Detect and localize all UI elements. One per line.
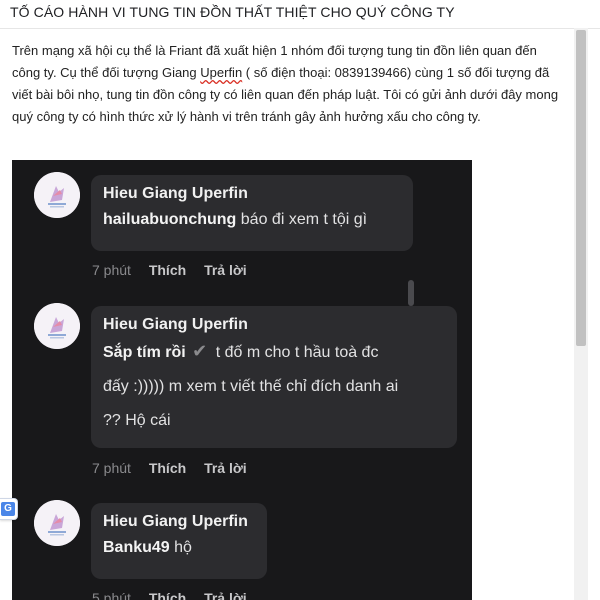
- spellcheck-flagged-word[interactable]: Uperfin: [200, 65, 242, 80]
- translate-extension-icon[interactable]: G: [0, 498, 18, 520]
- comment-text: Banku49 hộ: [103, 531, 255, 565]
- header-divider: [0, 28, 600, 29]
- avatar-illustration-icon: [34, 303, 80, 349]
- reply-button[interactable]: Trả lời: [204, 262, 247, 278]
- avatar-icon: [34, 500, 80, 546]
- avatar-icon: [34, 303, 80, 349]
- comment-text: Sắp tím rồi ✔ t đố m cho t hầu toà đc đấ…: [103, 334, 445, 438]
- comment-time: 7 phút: [92, 262, 131, 278]
- email-subject: TỐ CÁO HÀNH VI TUNG TIN ĐỒN THẤT THIỆT C…: [10, 4, 455, 20]
- page-scrollbar-thumb[interactable]: [576, 30, 586, 346]
- comment-text: hailuabuonchung báo đi xem t tội gì: [103, 203, 401, 237]
- comment-line-1: t đố m cho t hầu toà đc: [215, 344, 379, 361]
- screenshot-scroll-indicator: [408, 280, 414, 306]
- comment-meta: 7 phút Thích Trả lời: [92, 262, 261, 278]
- body-line-2-start: công ty. Cụ thể đối tượng Giang: [12, 65, 201, 80]
- reply-button[interactable]: Trả lời: [204, 590, 247, 600]
- mention-link[interactable]: Banku49: [103, 539, 170, 556]
- mention-link[interactable]: hailuabuonchung: [103, 211, 236, 228]
- comment-time: 7 phút: [92, 460, 131, 476]
- like-button[interactable]: Thích: [149, 460, 186, 476]
- comment-meta: 7 phút Thích Trả lời: [92, 460, 261, 476]
- comment-meta: 5 phút Thích Trả lời: [92, 590, 261, 600]
- comment-author[interactable]: Hieu Giang Uperfin: [103, 513, 255, 531]
- comment-time: 5 phút: [92, 590, 131, 600]
- body-line-3: viết bài bôi nhọ, tung tin đồn công ty c…: [12, 87, 559, 102]
- comment-line-3: ?? Hộ cái: [103, 412, 171, 429]
- check-mark-icon: ✔: [192, 341, 208, 361]
- comment-line-2: đấy :))))) m xem t viết thế chỉ đích dan…: [103, 378, 399, 395]
- comment-bubble: Hieu Giang Uperfin hailuabuonchung báo đ…: [91, 175, 413, 251]
- translate-glyph-icon: G: [1, 502, 15, 516]
- body-line-2: công ty. Cụ thể đối tượng Giang Uperfin …: [12, 62, 560, 84]
- avatar-illustration-icon: [34, 500, 80, 546]
- comment-author[interactable]: Hieu Giang Uperfin: [103, 185, 401, 203]
- comment-author[interactable]: Hieu Giang Uperfin: [103, 316, 445, 334]
- body-line-4: quý công ty có hình thức xử lý hành vi t…: [12, 109, 481, 124]
- email-body: Trên mạng xã hội cụ thể là Friant đã xuấ…: [12, 40, 560, 128]
- comment-bubble: Hieu Giang Uperfin Banku49 hộ: [91, 503, 267, 579]
- body-line-2-end: ( số điện thoại: 0839139466) cùng 1 số đ…: [242, 65, 550, 80]
- comment-message: báo đi xem t tội gì: [236, 211, 368, 228]
- like-button[interactable]: Thích: [149, 590, 186, 600]
- avatar-illustration-icon: [34, 172, 80, 218]
- attached-screenshot: Hieu Giang Uperfin hailuabuonchung báo đ…: [12, 160, 472, 600]
- comment-bubble: Hieu Giang Uperfin Sắp tím rồi ✔ t đố m …: [91, 306, 457, 448]
- comment-message: hộ: [169, 539, 192, 556]
- mention-link[interactable]: Sắp tím rồi: [103, 344, 186, 361]
- like-button[interactable]: Thích: [149, 262, 186, 278]
- reply-button[interactable]: Trả lời: [204, 460, 247, 476]
- avatar-icon: [34, 172, 80, 218]
- body-line-1: Trên mạng xã hội cụ thể là Friant đã xuấ…: [12, 43, 537, 58]
